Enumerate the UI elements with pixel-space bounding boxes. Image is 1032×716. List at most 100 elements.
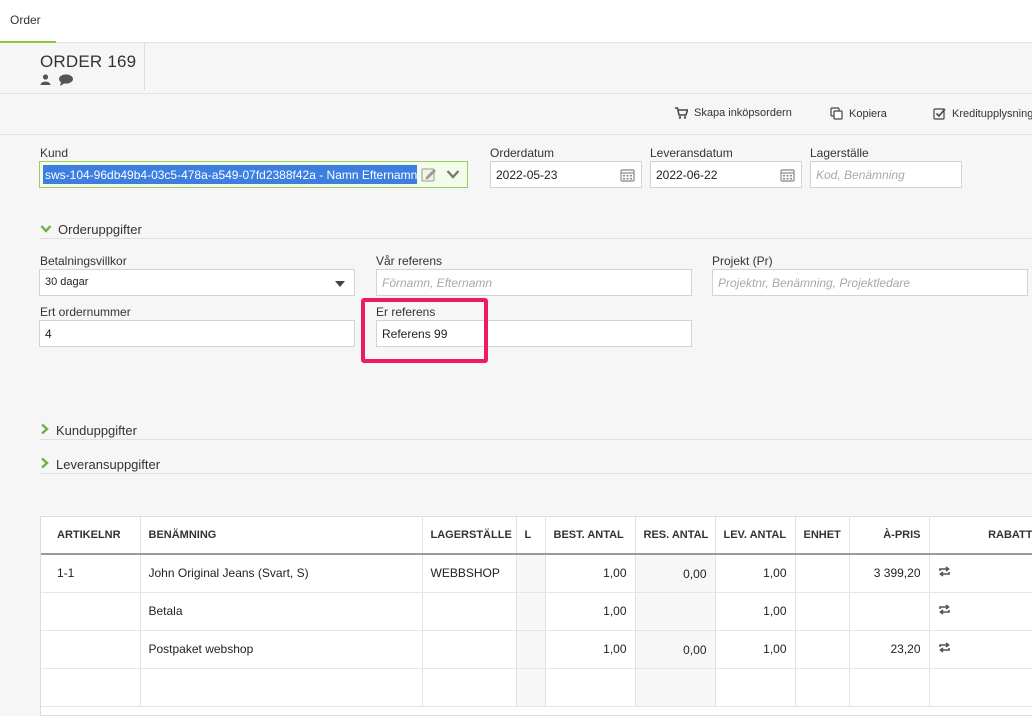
column-header-rabatt[interactable]: RABATT: [929, 517, 1032, 555]
cell-best-antal[interactable]: 1,00: [545, 554, 636, 593]
comment-icon[interactable]: [58, 74, 74, 89]
kunduppgifter-title: Kunduppgifter: [56, 423, 137, 438]
cell-artikelnr[interactable]: [41, 668, 141, 707]
tab-order[interactable]: Order: [0, 0, 56, 43]
edit-icon[interactable]: [421, 167, 437, 185]
calendar-icon[interactable]: [780, 168, 795, 185]
checkbox-check-icon: [933, 107, 946, 120]
repeat-icon[interactable]: [938, 566, 951, 580]
column-header-l[interactable]: L: [516, 517, 546, 555]
cell-enhet[interactable]: [795, 630, 850, 669]
delivery-date-field[interactable]: 2022-06-22: [650, 161, 802, 188]
cell-rabatt[interactable]: [929, 554, 1032, 593]
kund-label: Kund: [40, 146, 69, 160]
cell-res-antal: [635, 592, 716, 631]
credit-check-label: Kreditupplysning: [952, 107, 1032, 120]
cell-best-antal[interactable]: 1,00: [545, 630, 636, 669]
create-purchase-order-label: Skapa inköpsordern: [694, 107, 792, 119]
column-header-artikelnr[interactable]: ARTIKELNR: [41, 517, 141, 555]
orderuppgifter-section-header[interactable]: Orderuppgifter: [40, 222, 142, 237]
cell-artikelnr[interactable]: [41, 630, 141, 669]
repeat-icon[interactable]: [938, 642, 951, 656]
cell-a-pris[interactable]: [849, 668, 930, 707]
chevron-down-icon[interactable]: [446, 168, 460, 183]
our-reference-input[interactable]: Förnamn, Efternamn: [376, 269, 692, 296]
header-divider: [144, 43, 145, 90]
section-divider: [40, 439, 1032, 440]
cell-benamning[interactable]: Postpaket webshop: [140, 630, 423, 669]
cell-l[interactable]: [516, 630, 546, 669]
cell-benamning[interactable]: John Original Jeans (Svart, S): [140, 554, 423, 593]
cell-lagerstalle[interactable]: [422, 592, 517, 631]
cell-lagerstalle[interactable]: WEBBSHOP: [422, 554, 517, 593]
cell-benamning[interactable]: Betala: [140, 592, 423, 631]
column-header-lagerstalle[interactable]: LAGERSTÄLLE: [422, 517, 517, 555]
customer-field[interactable]: sws-104-96db49b4-03c5-478a-a549-07fd2388…: [39, 161, 468, 188]
cell-artikelnr[interactable]: 1-1: [41, 554, 141, 593]
cell-best-antal[interactable]: 1,00: [545, 592, 636, 631]
cell-artikelnr[interactable]: [41, 592, 141, 631]
project-input[interactable]: Projektnr, Benämning, Projektledare: [712, 269, 1028, 296]
leveransuppgifter-section-header[interactable]: Leveransuppgifter: [40, 457, 160, 472]
section-divider: [40, 473, 1032, 474]
cell-l[interactable]: [516, 554, 546, 593]
column-header-lev-antal[interactable]: LEV. ANTAL: [715, 517, 796, 555]
cell-lev-antal[interactable]: 1,00: [715, 554, 796, 593]
cell-rabatt[interactable]: [929, 592, 1032, 631]
projekt-label: Projekt (Pr): [712, 254, 773, 268]
calendar-icon[interactable]: [620, 168, 635, 185]
cell-l[interactable]: [516, 592, 546, 631]
leveransuppgifter-title: Leveransuppgifter: [56, 457, 161, 472]
repeat-icon[interactable]: [938, 604, 951, 618]
cell-lagerstalle[interactable]: [422, 668, 517, 707]
column-header-res-antal[interactable]: RES. ANTAL: [635, 517, 716, 555]
create-purchase-order-button[interactable]: Skapa inköpsordern: [675, 107, 792, 119]
your-order-number-input[interactable]: 4: [39, 320, 355, 347]
cell-lev-antal[interactable]: 1,00: [715, 630, 796, 669]
cell-enhet[interactable]: [795, 668, 850, 707]
chevron-down-icon: [40, 222, 52, 237]
table-row[interactable]: [41, 668, 1032, 707]
cell-lev-antal[interactable]: 1,00: [715, 592, 796, 631]
table-header-row: ARTIKELNR BENÄMNING LAGERSTÄLLE L BEST. …: [41, 517, 1032, 555]
cell-lagerstalle[interactable]: [422, 630, 517, 669]
payment-terms-select[interactable]: 30 dagar: [39, 269, 355, 296]
leveransdatum-label: Leveransdatum: [650, 146, 733, 160]
copy-label: Kopiera: [849, 107, 887, 120]
cell-l[interactable]: [516, 668, 546, 707]
cell-lev-antal[interactable]: [715, 668, 796, 707]
cell-rabatt[interactable]: [929, 668, 1032, 707]
kunduppgifter-section-header[interactable]: Kunduppgifter: [40, 423, 137, 438]
chevron-right-icon: [40, 423, 50, 438]
column-header-benamning[interactable]: BENÄMNING: [140, 517, 423, 555]
table-row[interactable]: Postpaket webshop 1,00 0,00 1,00 23,20: [41, 630, 1032, 669]
order-date-field[interactable]: 2022-05-23: [490, 161, 642, 188]
table-row[interactable]: 1-1 John Original Jeans (Svart, S) WEBBS…: [41, 554, 1032, 593]
warehouse-input[interactable]: Kod, Benämning: [810, 161, 962, 188]
user-icon[interactable]: [40, 74, 51, 88]
cell-a-pris[interactable]: 23,20: [849, 630, 930, 669]
cell-enhet[interactable]: [795, 554, 850, 593]
var-referens-label: Vår referens: [376, 254, 443, 268]
page-title: ORDER 169: [40, 52, 137, 71]
table-row[interactable]: Betala 1,00 1,00: [41, 592, 1032, 631]
betalningsvillkor-label: Betalningsvillkor: [40, 254, 127, 268]
cell-rabatt[interactable]: [929, 630, 1032, 669]
cell-enhet[interactable]: [795, 592, 850, 631]
dropdown-arrow-icon: [335, 281, 345, 287]
column-header-best-antal[interactable]: BEST. ANTAL: [545, 517, 636, 555]
cell-best-antal[interactable]: [545, 668, 636, 707]
payment-terms-value: 30 dagar: [45, 276, 89, 288]
column-header-enhet[interactable]: ENHET: [795, 517, 850, 555]
cell-a-pris[interactable]: [849, 592, 930, 631]
copy-button[interactable]: Kopiera: [830, 107, 887, 120]
order-rows-table: ARTIKELNR BENÄMNING LAGERSTÄLLE L BEST. …: [40, 516, 1032, 716]
cell-benamning[interactable]: [140, 668, 423, 707]
section-divider: [40, 238, 1032, 239]
tab-bar: [0, 0, 1032, 43]
cell-a-pris[interactable]: 3 399,20: [849, 554, 930, 593]
credit-check-button[interactable]: Kreditupplysning: [933, 107, 1032, 120]
chevron-right-icon: [40, 457, 50, 472]
lagerstalle-label: Lagerställe: [810, 146, 869, 160]
column-header-a-pris[interactable]: À-PRIS: [849, 517, 930, 555]
